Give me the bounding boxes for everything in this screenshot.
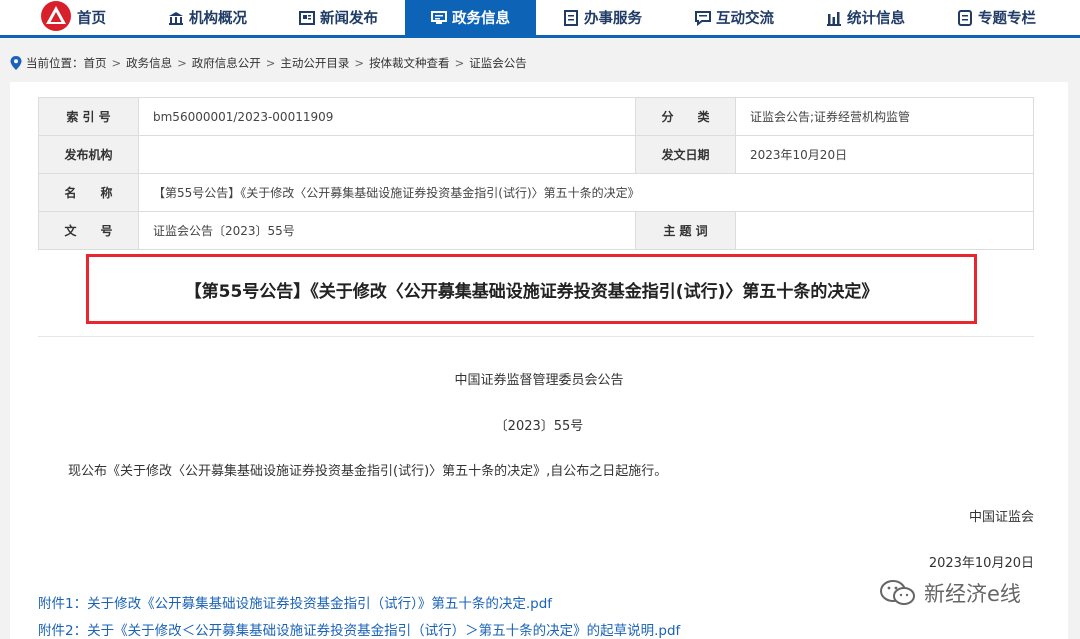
index-number-label: 索 引 号 [38, 97, 139, 136]
nav-interaction[interactable]: 互动交流 [695, 0, 785, 35]
issue-date-label: 发文日期 [635, 135, 736, 174]
announcement-issuer: 中国证券监督管理委员会公告 [454, 373, 624, 388]
watermark: 新经济e线 [878, 578, 1021, 608]
document-title-text: 【第55号公告】《关于修改〈公开募集基础设施证券投资基金指引(试行)〉第五十条的… [184, 281, 879, 302]
document-list-icon [564, 9, 578, 26]
name-value: 【第55号公告】《关于修改〈公开募集基础设施证券投资基金指引(试行)〉第五十条的… [138, 173, 1034, 212]
building-icon [169, 11, 183, 25]
breadcrumb-prefix: 当前位置： [26, 56, 84, 70]
keyword-value [735, 211, 1034, 250]
announcement-signature: 中国证监会 [968, 510, 1034, 525]
chat-icon [695, 10, 711, 26]
document-number-value: 证监会公告〔2023〕55号 [138, 211, 636, 250]
attachment-link-1[interactable]: 附件1：关于修改《公开募集基础设施证券投资基金指引（试行）》第五十条的决定.pd… [38, 592, 552, 612]
announcement-date: 2023年10月20日 [928, 556, 1034, 571]
nav-services-label: 办事服务 [584, 11, 642, 27]
nav-news-label: 新闻发布 [320, 11, 378, 27]
wechat-icon [880, 580, 915, 605]
index-number-value: bm56000001/2023-00011909 [138, 97, 636, 136]
document-title: 【第55号公告】《关于修改〈公开募集基础设施证券投资基金指引(试行)〉第五十条的… [86, 254, 977, 324]
location-pin-icon [10, 56, 22, 70]
breadcrumb-by-genre[interactable]: 按体裁文种查看 [369, 55, 450, 71]
nav-home[interactable]: 首页 [40, 0, 130, 35]
issuer-value [138, 135, 636, 174]
breadcrumb-separator: > [354, 56, 365, 70]
watermark-text: 新经济e线 [924, 582, 1021, 606]
nav-organization[interactable]: 机构概况 [168, 0, 258, 35]
nav-services[interactable]: 办事服务 [563, 0, 653, 35]
announcement-number: 〔2023〕55号 [494, 419, 584, 434]
breadcrumb-separator: > [265, 56, 276, 70]
breadcrumb: 当前位置： 首页 > 政务信息 > 政府信息公开 > 主动公开目录 > 按体裁文… [10, 54, 527, 72]
breadcrumb-separator: > [454, 56, 465, 70]
issuer-label: 发布机构 [38, 135, 139, 174]
home-logo-icon [41, 0, 71, 31]
table-row: 名 称 【第55号公告】《关于修改〈公开募集基础设施证券投资基金指引(试行)〉第… [38, 173, 1034, 212]
table-row: 发布机构 发文日期 2023年10月20日 [38, 135, 1034, 174]
nav-topics[interactable]: 专题专栏 [957, 0, 1047, 35]
nav-topics-label: 专题专栏 [978, 11, 1036, 27]
announcement-body: 现公布《关于修改〈公开募集基础设施证券投资基金指引(试行)〉第五十条的决定》,自… [68, 464, 668, 479]
attachment-link-2[interactable]: 附件2：关于《关于修改＜公开募集基础设施证券投资基金指引（试行）＞第五十条的决定… [38, 619, 680, 639]
breadcrumb-separator: > [111, 56, 122, 70]
issue-date-value: 2023年10月20日 [735, 135, 1034, 174]
nav-home-label: 首页 [77, 11, 106, 27]
table-row: 文 号 证监会公告〔2023〕55号 主 题 词 [38, 211, 1034, 250]
breadcrumb-separator: > [177, 56, 187, 70]
name-label: 名 称 [38, 173, 139, 212]
category-value: 证监会公告;证券经营机构监管 [735, 97, 1034, 136]
document-metadata-table: 索 引 号 bm56000001/2023-00011909 分 类 证监会公告… [38, 97, 1034, 250]
keyword-label: 主 题 词 [635, 211, 736, 250]
top-nav: 首页 机构概况 新闻发布 政务信息 办事服务 互动交流 统计信息 专题专栏 [0, 0, 1080, 38]
document-number-label: 文 号 [38, 211, 139, 250]
breadcrumb-csrc-announcement[interactable]: 证监会公告 [469, 55, 527, 71]
nav-organization-label: 机构概况 [189, 11, 247, 27]
nav-statistics-label: 统计信息 [847, 11, 905, 27]
nav-statistics[interactable]: 统计信息 [826, 0, 916, 35]
breadcrumb-government-info[interactable]: 政务信息 [126, 55, 172, 71]
category-label: 分 类 [635, 97, 736, 136]
breadcrumb-info-disclosure[interactable]: 政府信息公开 [192, 55, 261, 71]
breadcrumb-disclosure-catalog[interactable]: 主动公开目录 [280, 55, 349, 71]
table-row: 索 引 号 bm56000001/2023-00011909 分 类 证监会公告… [38, 97, 1034, 136]
content-panel: 索 引 号 bm56000001/2023-00011909 分 类 证监会公告… [10, 82, 1068, 639]
nav-government-info[interactable]: 政务信息 [405, 0, 536, 35]
monitor-icon [431, 10, 447, 24]
divider [38, 336, 1034, 337]
news-icon [299, 10, 315, 25]
breadcrumb-home[interactable]: 首页 [84, 55, 107, 71]
bar-chart-icon [827, 11, 841, 26]
file-icon [958, 9, 972, 26]
nav-government-info-label: 政务信息 [452, 11, 510, 27]
nav-news[interactable]: 新闻发布 [299, 0, 389, 35]
nav-interaction-label: 互动交流 [716, 11, 774, 27]
